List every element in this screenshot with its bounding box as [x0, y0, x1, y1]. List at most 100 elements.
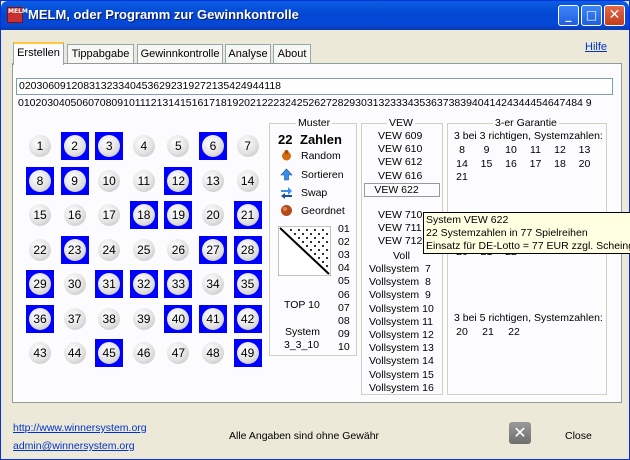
close-x-icon[interactable]: ✕ [509, 422, 531, 444]
ball-cell[interactable]: 33 [164, 270, 193, 298]
ball-cell[interactable]: 32 [129, 270, 158, 298]
ball-cell[interactable]: 49 [233, 339, 262, 367]
help-link[interactable]: Hilfe [585, 41, 607, 53]
ball-cell[interactable]: 29 [26, 270, 54, 298]
ball-cell[interactable]: 1 [26, 132, 54, 160]
ball-cell[interactable]: 22 [26, 236, 54, 264]
close-button[interactable]: Close [565, 430, 592, 442]
ball-cell[interactable]: 19 [164, 201, 193, 229]
ball-cell[interactable]: 43 [26, 339, 54, 367]
close-window-button[interactable]: ✕ [604, 5, 625, 26]
ball-cell[interactable]: 46 [130, 339, 158, 367]
ball-cell[interactable]: 13 [199, 167, 227, 195]
vew-item[interactable]: VEW 610 [378, 143, 422, 155]
pattern-number[interactable]: 10 [338, 341, 350, 353]
random-button[interactable]: Random [301, 150, 341, 162]
vollsystem-item[interactable]: Vollsystem 11 [369, 316, 433, 328]
vew-item[interactable]: VEW 710 [378, 209, 422, 221]
ball-cell[interactable]: 20 [199, 201, 227, 229]
ball-cell[interactable]: 45 [95, 339, 124, 367]
ball-cell[interactable]: 5 [164, 132, 192, 160]
system-number: 22 [508, 326, 520, 338]
maximize-button[interactable]: □ [581, 5, 602, 26]
website-link[interactable]: http://www.winnersystem.org [13, 422, 147, 434]
email-link[interactable]: admin@winnersystem.org [13, 440, 135, 452]
ball-cell[interactable]: 31 [95, 270, 124, 298]
vollsystem-item[interactable]: Vollsystem 7 [369, 263, 431, 275]
ball-cell[interactable]: 2 [60, 132, 89, 160]
tab-tippabgabe[interactable]: Tippabgabe [67, 44, 134, 64]
ball-cell[interactable]: 35 [233, 270, 262, 298]
ball-cell[interactable]: 44 [61, 339, 89, 367]
ball-cell[interactable]: 41 [199, 304, 227, 333]
vew-item[interactable]: VEW 609 [378, 130, 422, 142]
ball-cell[interactable]: 9 [60, 166, 89, 195]
ball-cell[interactable]: 11 [130, 167, 158, 195]
swap-button[interactable]: Swap [301, 187, 327, 199]
ball-cell[interactable]: 47 [164, 339, 192, 367]
ball-cell[interactable]: 8 [26, 166, 54, 195]
ball-cell[interactable]: 12 [164, 166, 193, 195]
vollsystem-item[interactable]: Vollsystem 14 [369, 355, 434, 367]
pattern-number[interactable]: 03 [338, 249, 350, 261]
vew-item[interactable]: VEW 612 [378, 156, 422, 168]
ball-cell[interactable]: 21 [233, 201, 262, 229]
vollsystem-item[interactable]: Vollsystem 15 [369, 369, 434, 381]
ball-cell[interactable]: 24 [95, 236, 123, 264]
ball-cell[interactable]: 48 [199, 339, 227, 367]
pattern-number[interactable]: 09 [338, 328, 350, 340]
pattern-number[interactable]: 04 [338, 262, 350, 274]
ball-cell[interactable]: 18 [129, 201, 158, 229]
vollsystem-item[interactable]: Vollsystem 13 [369, 342, 434, 354]
voll-label: Voll [393, 250, 410, 262]
tab-about[interactable]: About [273, 44, 311, 64]
vollsystem-item[interactable]: Vollsystem 8 [369, 276, 431, 288]
vollsystem-item[interactable]: Vollsystem 12 [369, 329, 434, 341]
ball-cell[interactable]: 34 [199, 270, 227, 298]
vew-item[interactable]: VEW 711 [378, 222, 422, 234]
ball-cell[interactable]: 26 [164, 236, 192, 264]
vew-item[interactable]: VEW 622 [364, 182, 440, 197]
ball-cell[interactable]: 42 [233, 304, 262, 333]
vew-item[interactable]: VEW 616 [378, 170, 422, 182]
ball-cell[interactable]: 36 [26, 304, 54, 333]
pattern-number[interactable]: 08 [338, 315, 350, 327]
tab-erstellen[interactable]: Erstellen [13, 42, 64, 65]
pattern-number[interactable]: 06 [338, 289, 350, 301]
ball-cell[interactable]: 39 [130, 305, 158, 333]
vew-item[interactable]: VEW 712 [378, 235, 422, 247]
vollsystem-item[interactable]: Vollsystem 9 [369, 289, 431, 301]
ball-cell[interactable]: 27 [199, 235, 227, 264]
ball-cell[interactable]: 40 [164, 304, 193, 333]
ball-cell[interactable]: 16 [61, 201, 89, 229]
pattern-number[interactable]: 02 [338, 236, 350, 248]
vollsystem-item[interactable]: Vollsystem 16 [369, 382, 434, 394]
ball-cell[interactable]: 10 [95, 167, 123, 195]
ball-cell[interactable]: 38 [95, 305, 123, 333]
number-input[interactable]: 0203060912083132334045362923192721354249… [16, 78, 613, 95]
minimize-button[interactable]: _ [558, 5, 579, 26]
title-bar[interactable]: MELM MELM, oder Programm zur Gewinnkontr… [1, 1, 629, 30]
pattern-number[interactable]: 01 [338, 223, 350, 235]
ball-cell[interactable]: 37 [61, 305, 89, 333]
sortieren-button[interactable]: Sortieren [301, 169, 344, 181]
ball-cell[interactable]: 25 [130, 236, 158, 264]
pattern-number[interactable]: 07 [338, 302, 350, 314]
tab-gewinnkontrolle[interactable]: Gewinnkontrolle [137, 44, 223, 64]
ball-cell[interactable]: 28 [233, 235, 262, 264]
ball-cell[interactable]: 14 [234, 167, 262, 195]
ball-cell[interactable]: 6 [199, 132, 227, 160]
pattern-preview[interactable] [278, 226, 331, 276]
tab-analyse[interactable]: Analyse [225, 44, 271, 64]
geordnet-button[interactable]: Geordnet [301, 205, 345, 217]
ball-cell[interactable]: 15 [26, 201, 54, 229]
vollsystem-item[interactable]: Vollsystem 10 [369, 303, 434, 315]
ball-cell[interactable]: 7 [234, 132, 262, 160]
system-number: 21 [456, 171, 468, 183]
ball-cell[interactable]: 23 [60, 235, 89, 264]
ball-cell[interactable]: 3 [95, 132, 124, 160]
ball-cell[interactable]: 30 [61, 270, 89, 298]
ball-cell[interactable]: 4 [130, 132, 158, 160]
ball-cell[interactable]: 17 [95, 201, 123, 229]
pattern-number[interactable]: 05 [338, 275, 350, 287]
